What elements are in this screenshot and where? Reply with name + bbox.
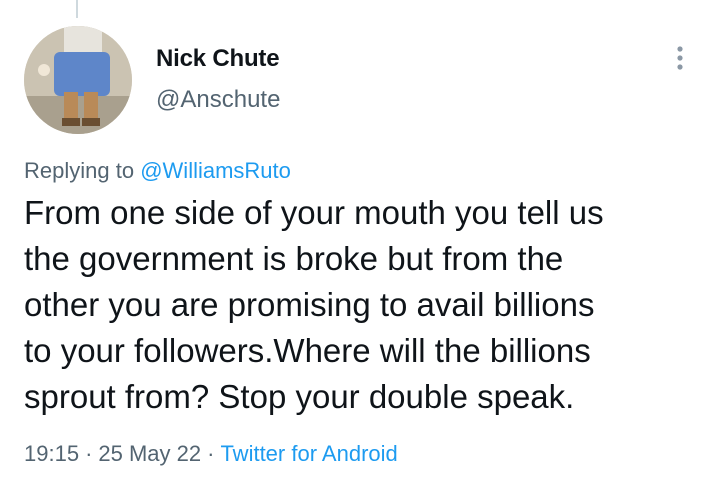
tweet-text-line: the government is broke but from the: [24, 240, 564, 277]
tweet-metadata: 19:15 · 25 May 22 · Twitter for Android: [24, 441, 398, 467]
more-options-button[interactable]: [668, 40, 692, 76]
tweet-time[interactable]: 19:15: [24, 441, 79, 466]
tweet-text-line: sprout from? Stop your double speak.: [24, 378, 575, 415]
replying-to: Replying to @WilliamsRuto: [24, 158, 291, 184]
meta-separator: ·: [85, 441, 93, 466]
replying-to-label: Replying to: [24, 158, 135, 183]
author-handle[interactable]: @Anschute: [156, 86, 280, 114]
reply-mention-link[interactable]: @WilliamsRuto: [140, 158, 291, 183]
author-name[interactable]: Nick Chute: [156, 45, 280, 73]
tweet-text-line: From one side of your mouth you tell us: [24, 194, 604, 231]
avatar[interactable]: [24, 26, 132, 134]
tweet-text-line: other you are promising to avail billion…: [24, 286, 595, 323]
tweet-date[interactable]: 25 May 22: [98, 441, 201, 466]
thread-connector-line: [76, 0, 78, 18]
tweet-text-line: to your followers.Where will the billion…: [24, 332, 591, 369]
avatar-image: [24, 26, 132, 134]
tweet-source-link[interactable]: Twitter for Android: [220, 441, 397, 466]
meta-separator: ·: [207, 441, 215, 466]
tweet-text: From one side of your mouth you tell us …: [24, 190, 704, 420]
more-vertical-icon: [677, 46, 683, 70]
